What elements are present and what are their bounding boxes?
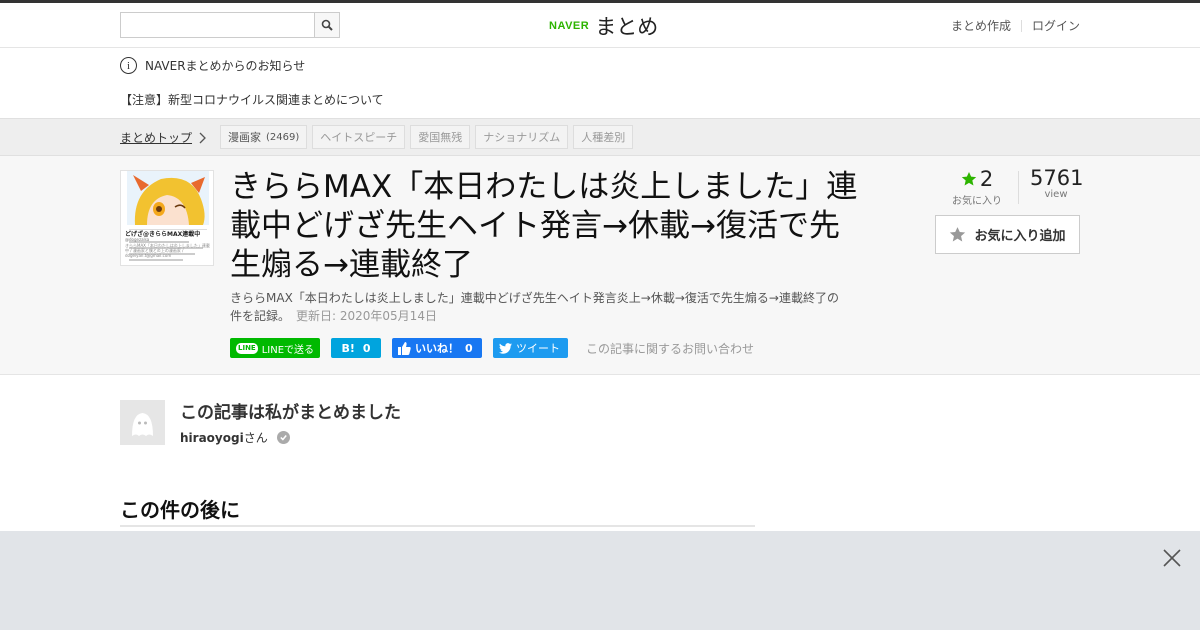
tag-label: 愛国無残 [418,131,463,144]
section-divider [120,525,755,527]
stats-divider [1018,171,1019,204]
breadcrumb-top-link[interactable]: まとめトップ [120,129,192,146]
views-stat: 5761 view [1030,166,1084,200]
logo-text: まとめ [595,15,659,39]
check-icon [276,431,290,444]
tag-item[interactable]: 漫画家 (2469) [220,125,308,149]
tag-bar: まとめトップ 漫画家 (2469) ヘイトスピーチ 愛国無残 ナショナリズム 人… [0,118,1200,156]
chevron-right-icon [199,132,206,143]
author-heading: この記事は私がまとめました [180,403,401,423]
add-favorite-button[interactable]: お気に入り追加 [935,215,1080,254]
tweet-label: ツイート [516,342,561,355]
tag-label: 人種差別 [581,131,626,144]
views-count: 5761 [1030,166,1084,190]
line-share-button[interactable]: LINE LINEで送る [230,338,321,358]
author-avatar[interactable] [120,400,165,445]
notice-title: NAVERまとめからのお知らせ [145,59,306,73]
search-button[interactable] [314,13,339,37]
views-label: view [1044,189,1068,200]
thumbnail-caption-handle: @dogezaIsa [125,237,150,242]
facebook-like-label: いいね！ [415,342,460,355]
site-header: NAVER まとめ まとめ作成 ログイン [0,3,1200,48]
site-logo[interactable]: NAVER まとめ [549,11,658,41]
logo-brand: NAVER [549,20,590,32]
notice-link[interactable]: 【注意】新型コロナウイルス関連まとめについて [120,91,384,108]
tag-list: 漫画家 (2469) ヘイトスピーチ 愛国無残 ナショナリズム 人種差別 [220,125,634,149]
tweet-button[interactable]: ツイート [493,338,569,358]
tag-item[interactable]: 愛国無残 [410,125,471,149]
tag-label: ナショナリズム [483,131,561,144]
favorites-count-row: 2 [952,167,1002,191]
ad-overlay-banner [0,531,1200,630]
hatena-count: 0 [362,341,371,355]
info-icon: i [120,57,137,74]
facebook-like-count: 0 [465,341,473,355]
hatena-bookmark-button[interactable]: B! 0 [331,338,382,358]
article-thumbnail[interactable]: どげざ@きららMAX連載中 @dogezaIsa きららMAX「本日わたしは炎上… [120,170,214,266]
tag-label: ヘイトスピーチ [320,131,398,144]
search-box [120,12,340,38]
share-buttons: LINE LINEで送る B! 0 いいね！ 0 ツイート この記事に関するお問… [230,338,754,358]
star-icon [961,172,977,186]
article-description: きららMAX「本日わたしは炎上しました」連載中どげざ先生ヘイト発言炎上→休載→復… [230,289,850,325]
tag-label: 漫画家 [228,131,261,144]
hatena-icon: B! [341,341,355,355]
search-icon [321,19,333,31]
author-info: hiraoyogi さん [180,429,290,446]
favorites-count: 2 [979,167,994,191]
section-heading: この件の後に [120,498,240,522]
tag-item[interactable]: ナショナリズム [475,125,569,149]
create-matome-link[interactable]: まとめ作成 [951,17,1011,34]
line-logo-icon: LINE [236,342,258,354]
tag-item[interactable]: 人種差別 [573,125,634,149]
breadcrumb[interactable]: まとめトップ [120,129,206,146]
article-header: どげざ@きららMAX連載中 @dogezaIsa きららMAX「本日わたしは炎上… [0,156,1200,375]
facebook-like-icon [398,341,411,355]
notice-header: i NAVERまとめからのお知らせ [120,57,305,74]
header-links: まとめ作成 ログイン [951,17,1080,34]
updated-date: 更新日: 2020年05月14日 [296,309,437,323]
article-title: きららMAX「本日わたしは炎上しました」連載中どげざ先生ヘイト発言→休載→復活で… [230,169,858,283]
login-link[interactable]: ログイン [1032,17,1080,34]
favorites-stat: 2 お気に入り [952,167,1002,207]
thumbnail-caption-body: きららMAX「本日わたしは炎上しました」連載中 / 漫画家と僕と炎上の漫画家 /… [125,243,210,258]
line-share-label: LINEで送る [261,344,315,356]
facebook-like-button[interactable]: いいね！ 0 [392,338,483,358]
close-ad-button[interactable] [1162,548,1182,568]
twitter-bird-icon [499,342,513,354]
header-link-separator [1020,19,1022,32]
author-name-link[interactable]: hiraoyogi [180,431,244,445]
favorites-label: お気に入り [952,196,1002,207]
search-input[interactable] [121,13,315,37]
contact-link[interactable]: この記事に関するお問い合わせ [586,340,754,357]
default-avatar-icon [120,400,165,445]
author-suffix: さん [243,431,268,445]
close-icon [1163,549,1181,567]
star-outline-icon [950,227,966,242]
add-favorite-label: お気に入り追加 [974,229,1066,244]
tag-item[interactable]: ヘイトスピーチ [312,125,406,149]
tag-count: (2469) [266,131,300,143]
